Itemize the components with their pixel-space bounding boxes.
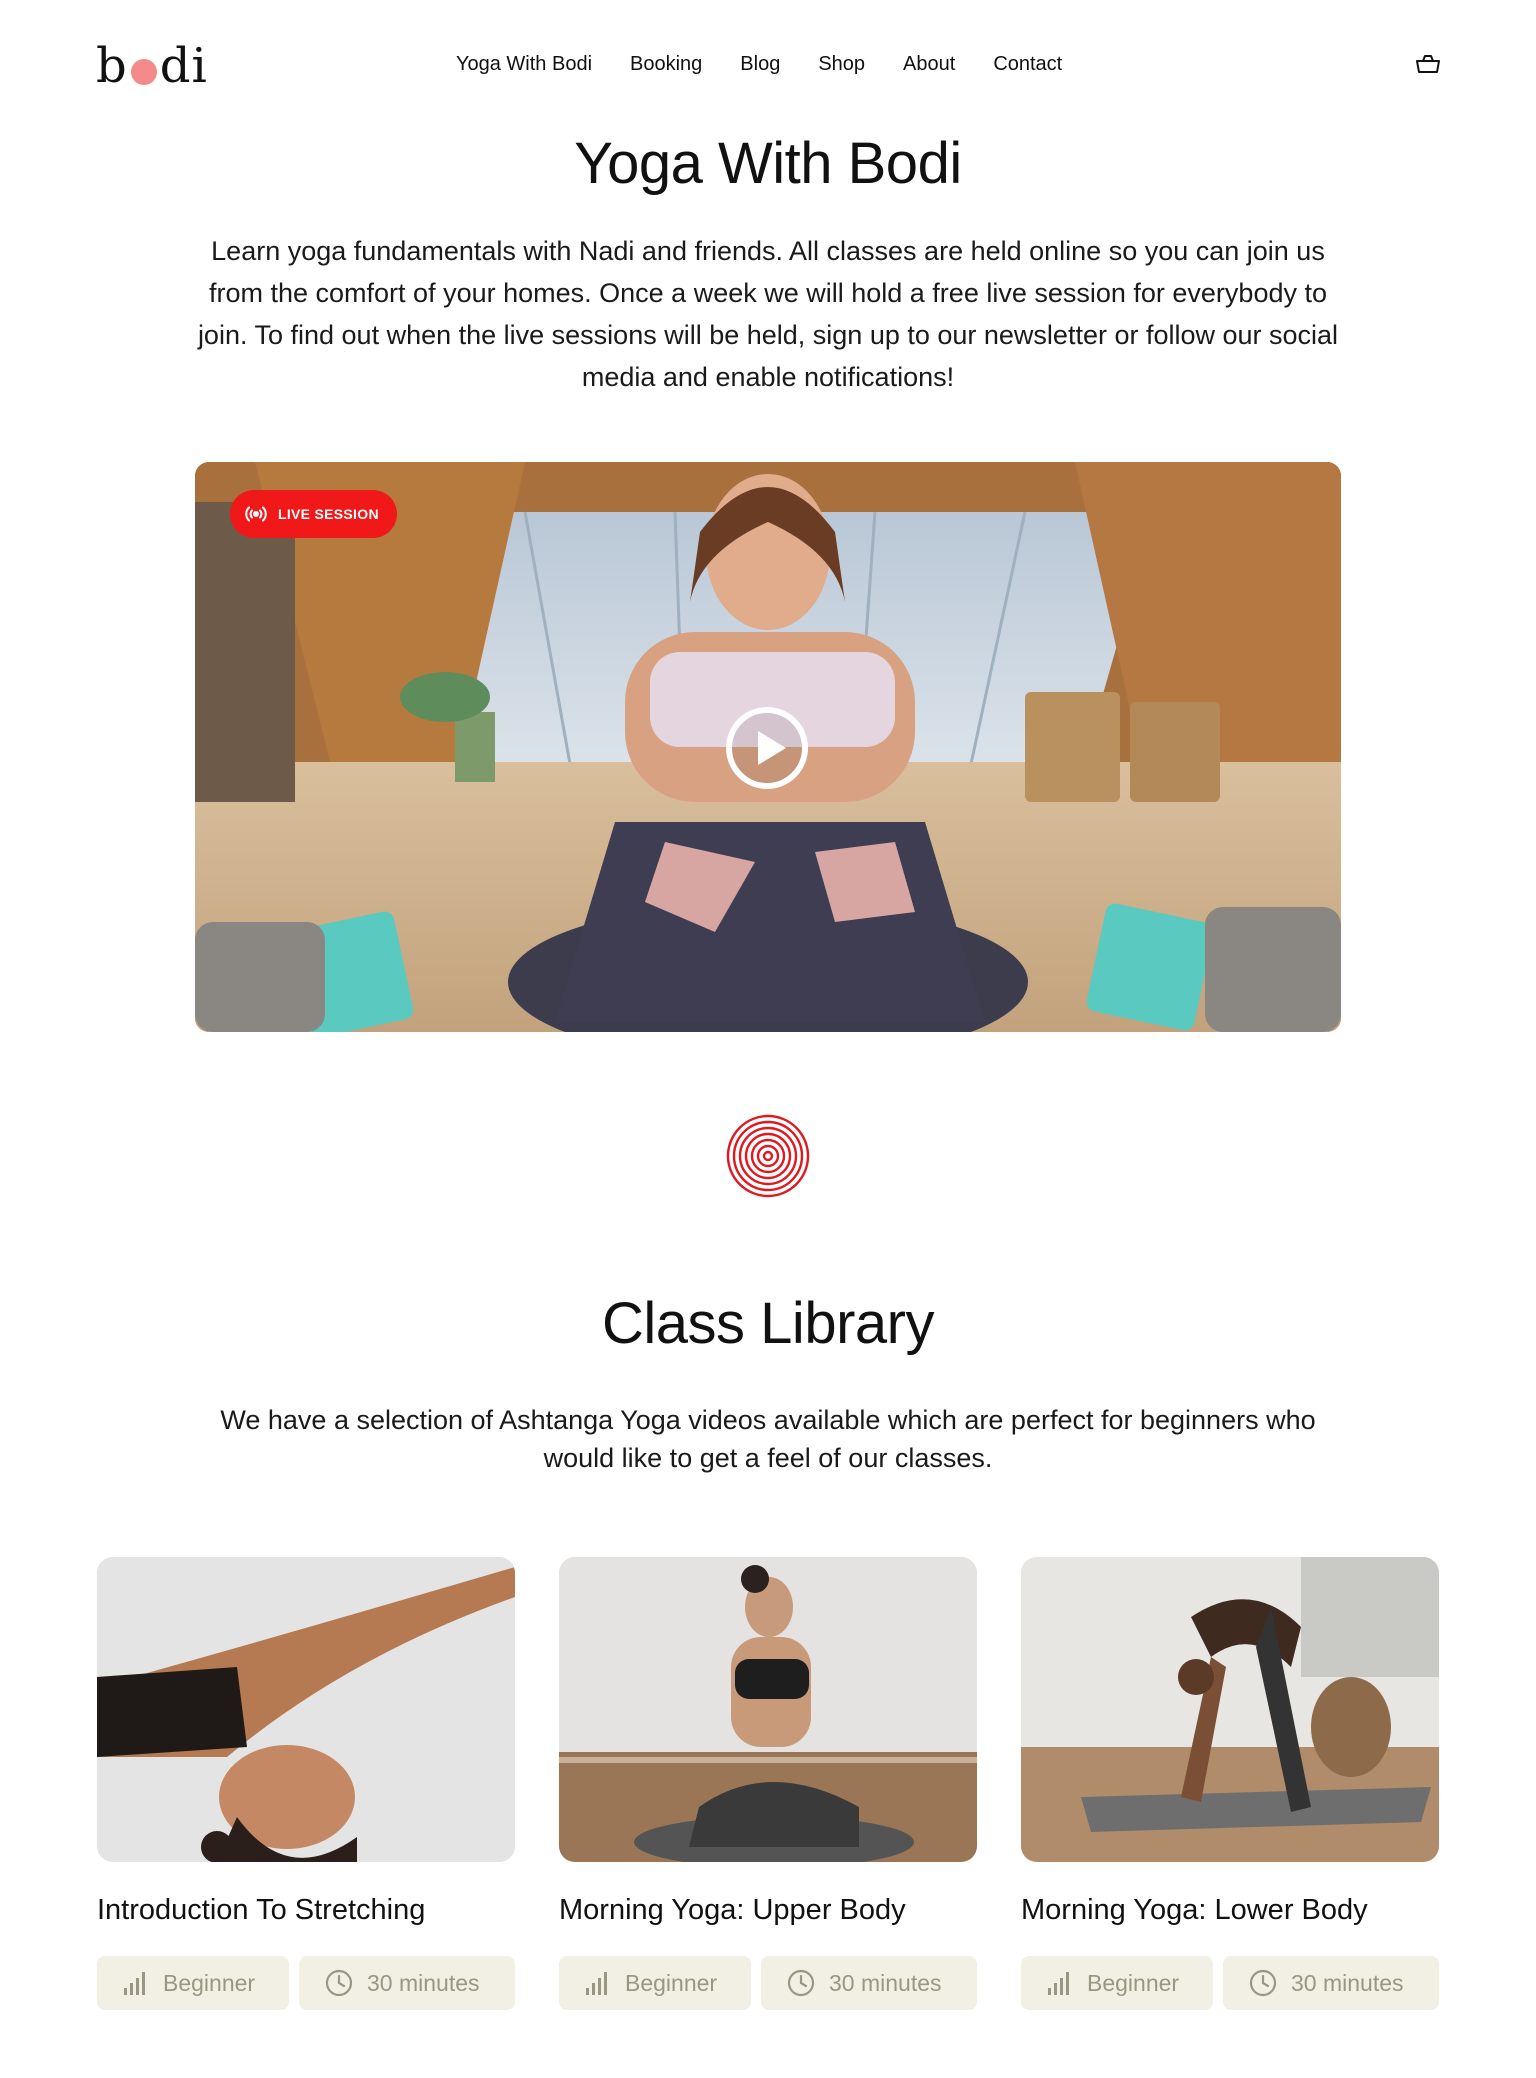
broadcast-icon xyxy=(245,506,267,522)
difficulty-bars-icon xyxy=(586,1972,607,1995)
clock-icon xyxy=(1249,1969,1277,1997)
class-card[interactable]: Introduction To Stretching Beginner 30 m… xyxy=(97,1557,515,2010)
nav-blog[interactable]: Blog xyxy=(740,52,780,76)
level-tag: Beginner xyxy=(97,1956,289,2010)
class-thumbnail[interactable] xyxy=(1021,1557,1439,1862)
class-card-title[interactable]: Morning Yoga: Upper Body xyxy=(559,1892,977,1928)
nav-shop[interactable]: Shop xyxy=(818,52,865,76)
duration-tag: 30 minutes xyxy=(761,1956,977,2010)
level-label: Beginner xyxy=(625,1969,718,1996)
level-tag: Beginner xyxy=(1021,1956,1213,2010)
class-card-title[interactable]: Introduction To Stretching xyxy=(97,1892,515,1928)
bodi-logo[interactable]: b di xyxy=(96,38,208,90)
class-card-tags: Beginner 30 minutes xyxy=(97,1956,515,2010)
logo-letter-b: b xyxy=(96,38,128,94)
play-circle-icon[interactable] xyxy=(725,706,809,790)
live-session-label: LIVE SESSION xyxy=(278,506,379,522)
class-thumbnail[interactable] xyxy=(559,1557,977,1862)
live-session-video[interactable]: LIVE SESSION xyxy=(195,462,1341,1032)
intro-text: Learn yoga fundamentals with Nadi and fr… xyxy=(197,236,1339,392)
clock-icon xyxy=(325,1969,353,1997)
level-tag: Beginner xyxy=(559,1956,751,2010)
nav-contact[interactable]: Contact xyxy=(993,52,1062,76)
live-session-badge: LIVE SESSION xyxy=(230,490,397,538)
class-library-description: We have a selection of Ashtanga Yoga vid… xyxy=(220,1405,1316,1473)
class-card[interactable]: Morning Yoga: Upper Body Beginner 30 min… xyxy=(559,1557,977,2010)
site-header: b di Yoga With Bodi Booking Blog Shop Abo… xyxy=(0,0,1536,130)
lower-body-photo xyxy=(1021,1557,1439,1862)
spiral-icon xyxy=(726,1114,810,1198)
class-card-tags: Beginner 30 minutes xyxy=(1021,1956,1439,2010)
difficulty-bars-icon xyxy=(124,1972,145,1995)
level-label: Beginner xyxy=(163,1969,256,1996)
upper-body-photo xyxy=(559,1557,977,1862)
class-card-title[interactable]: Morning Yoga: Lower Body xyxy=(1021,1892,1439,1928)
main-nav: Yoga With Bodi Booking Blog Shop About C… xyxy=(456,52,1100,76)
duration-tag: 30 minutes xyxy=(1223,1956,1439,2010)
page-title: Yoga With Bodi xyxy=(574,131,962,196)
stretching-photo xyxy=(97,1557,515,1862)
clock-icon xyxy=(787,1969,815,1997)
shopping-basket-icon[interactable] xyxy=(1414,50,1442,78)
duration-label: 30 minutes xyxy=(829,1969,942,1996)
class-card-tags: Beginner 30 minutes xyxy=(559,1956,977,2010)
nav-about[interactable]: About xyxy=(903,52,955,76)
class-library-title: Class Library xyxy=(602,1291,934,1356)
logo-letters-di: di xyxy=(159,38,208,94)
difficulty-bars-icon xyxy=(1048,1972,1069,1995)
class-card[interactable]: Morning Yoga: Lower Body Beginner 30 min… xyxy=(1021,1557,1439,2010)
nav-booking[interactable]: Booking xyxy=(630,52,702,76)
logo-dot xyxy=(130,59,157,85)
duration-label: 30 minutes xyxy=(1291,1969,1404,1996)
duration-tag: 30 minutes xyxy=(299,1956,515,2010)
class-thumbnail[interactable] xyxy=(97,1557,515,1862)
duration-label: 30 minutes xyxy=(367,1969,480,1996)
nav-yoga-with-bodi[interactable]: Yoga With Bodi xyxy=(456,52,592,76)
level-label: Beginner xyxy=(1087,1969,1180,1996)
